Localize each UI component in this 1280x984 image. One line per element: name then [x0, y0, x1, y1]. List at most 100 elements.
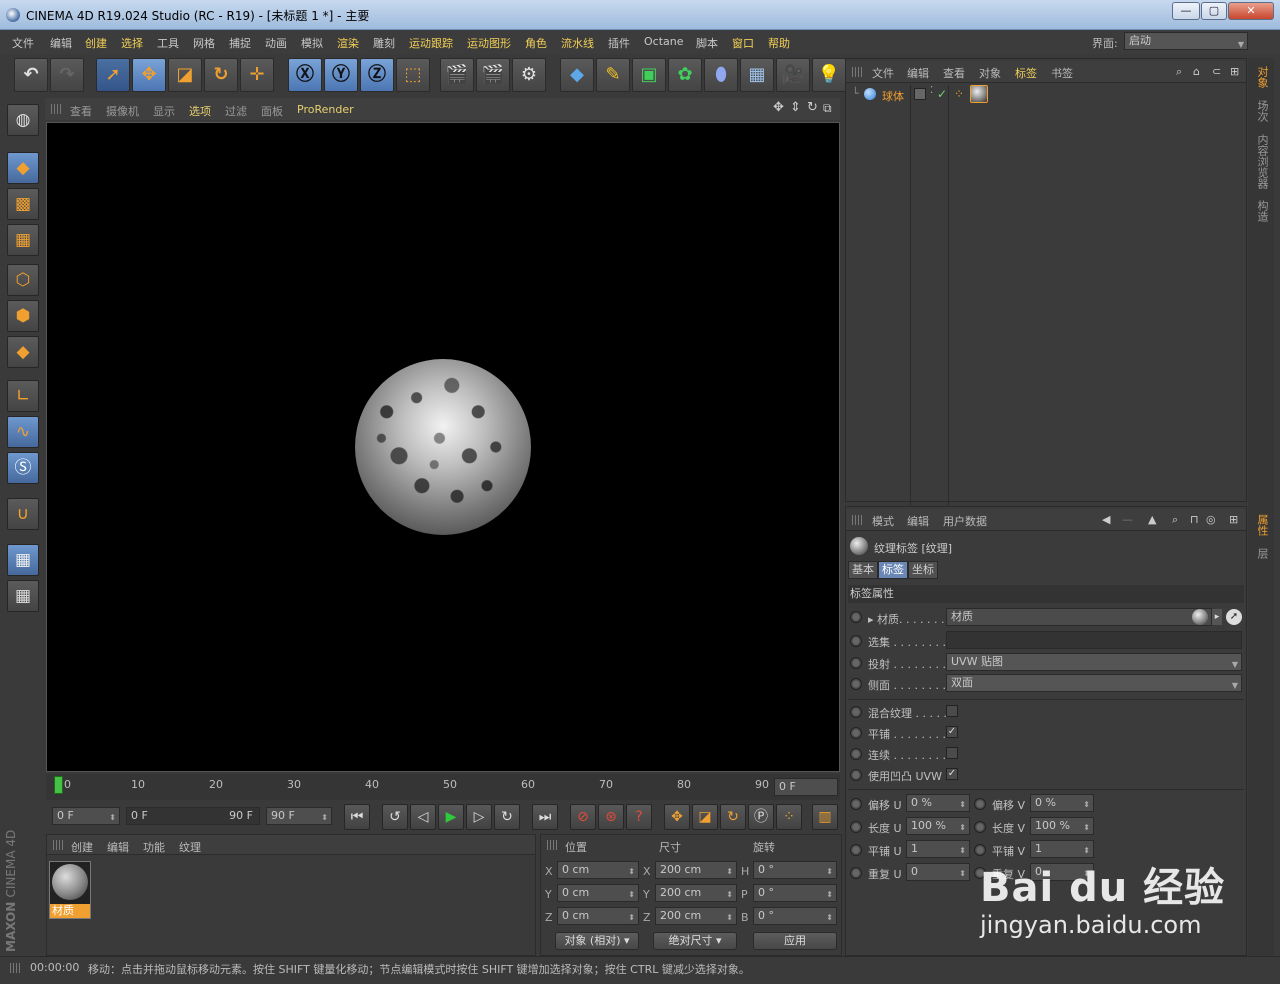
menu-script[interactable]: 脚本: [696, 35, 718, 51]
search-icon[interactable]: ⌕: [1176, 65, 1182, 79]
key-position-button[interactable]: ✥: [664, 804, 690, 830]
mix-keyframe-radio[interactable]: [850, 706, 862, 718]
vp-menu-prorender[interactable]: ProRender: [297, 103, 354, 116]
tab-content-browser-vertical[interactable]: 内容浏览器: [1252, 134, 1270, 189]
am-menu-edit[interactable]: 编辑: [907, 513, 929, 529]
menu-mograph[interactable]: 运动图形: [467, 35, 511, 51]
pos-x-field[interactable]: 0 cm ⬍: [557, 861, 639, 879]
menu-mesh[interactable]: 网格: [193, 35, 215, 51]
menu-octane[interactable]: Octane: [644, 35, 684, 48]
forward-arrow-icon[interactable]: —: [1122, 513, 1133, 526]
expand-arrow-icon[interactable]: ▸: [868, 613, 874, 626]
key-rotation-button[interactable]: ↻: [720, 804, 746, 830]
mat-menu-edit[interactable]: 编辑: [107, 839, 129, 855]
menu-snap[interactable]: 捕捉: [229, 35, 251, 51]
om-menu-bookmarks[interactable]: 书签: [1051, 65, 1073, 81]
tab-tag[interactable]: 标签: [878, 561, 908, 579]
visibility-dots-icon[interactable]: ⁚: [930, 85, 933, 96]
coord-mode-select[interactable]: 对象 (相对) ▾: [555, 932, 639, 950]
vp-zoom-icon[interactable]: ⇕: [790, 100, 801, 115]
offset-u-keyframe-radio[interactable]: [850, 798, 862, 810]
new-panel-icon[interactable]: ⊞: [1230, 65, 1239, 78]
length-u-field[interactable]: 100 % ⬍: [906, 817, 970, 835]
scale-tool-button[interactable]: ◪: [168, 58, 202, 92]
menu-motion-tracking[interactable]: 运动跟踪: [409, 35, 453, 51]
target-icon[interactable]: ◎: [1206, 513, 1216, 526]
panel-grip-icon[interactable]: [547, 840, 557, 850]
side-keyframe-radio[interactable]: [850, 678, 862, 690]
menu-simulate[interactable]: 模拟: [301, 35, 323, 51]
menu-pipeline[interactable]: 流水线: [561, 35, 594, 51]
next-frame-button[interactable]: ▷: [466, 804, 492, 830]
menu-help[interactable]: 帮助: [768, 35, 790, 51]
material-link-field[interactable]: 材质: [946, 608, 1212, 626]
lock-icon[interactable]: ⊓: [1190, 513, 1199, 526]
z-axis-button[interactable]: Ⓩ: [360, 58, 394, 92]
selection-keyframe-radio[interactable]: [850, 635, 862, 647]
redo-button[interactable]: ↷: [50, 58, 84, 92]
current-frame-field[interactable]: 0 F: [774, 778, 838, 796]
repeat-u-field[interactable]: 0 ⬍: [906, 863, 970, 881]
vp-menu-view[interactable]: 查看: [70, 103, 92, 119]
rot-p-field[interactable]: 0 ° ⬍: [753, 884, 837, 902]
tweak-mode-button[interactable]: ∿: [7, 416, 39, 448]
menu-character[interactable]: 角色: [525, 35, 547, 51]
offset-v-field[interactable]: 0 % ⬍: [1030, 794, 1094, 812]
seamless-checkbox[interactable]: [946, 747, 958, 759]
search-icon[interactable]: ⌕: [1172, 513, 1178, 527]
menu-tools[interactable]: 工具: [157, 35, 179, 51]
am-menu-mode[interactable]: 模式: [872, 513, 894, 529]
seamless-keyframe-radio[interactable]: [850, 748, 862, 760]
link-menu-arrow-icon[interactable]: ▸: [1212, 609, 1222, 625]
snap-toggle-button[interactable]: ∪: [7, 498, 39, 530]
material-preview-icon[interactable]: [1192, 609, 1208, 625]
material-keyframe-radio[interactable]: [850, 611, 862, 623]
render-to-picture-viewer-button[interactable]: 🎬: [476, 58, 510, 92]
floor-button[interactable]: ▦: [740, 58, 774, 92]
tab-layers-vertical[interactable]: 层: [1252, 548, 1270, 559]
solo-mode-button[interactable]: Ⓢ: [7, 452, 39, 484]
projection-select[interactable]: UVW 贴图 ▼: [946, 653, 1242, 671]
panel-grip-icon[interactable]: [852, 67, 862, 77]
menu-edit[interactable]: 编辑: [50, 35, 72, 51]
mat-menu-create[interactable]: 创建: [71, 839, 93, 855]
om-menu-tags[interactable]: 标签: [1015, 65, 1037, 81]
next-keyframe-button[interactable]: ↻: [494, 804, 520, 830]
timeline-window-button[interactable]: ▥: [812, 804, 838, 830]
pick-object-icon[interactable]: ➚: [1226, 609, 1242, 625]
y-axis-button[interactable]: Ⓨ: [324, 58, 358, 92]
pos-z-field[interactable]: 0 cm ⬍: [557, 907, 639, 925]
edges-mode-button[interactable]: ⬢: [7, 300, 39, 332]
frame-range-slider[interactable]: 0 F 90 F: [126, 807, 260, 825]
perspective-viewport[interactable]: [46, 122, 840, 772]
camera-button[interactable]: 🎥: [776, 58, 810, 92]
apply-button[interactable]: 应用: [753, 932, 837, 950]
vp-maximize-icon[interactable]: ⧉: [823, 101, 832, 116]
phong-tag-icon[interactable]: ⁘: [954, 87, 964, 101]
mat-menu-texture[interactable]: 纹理: [179, 839, 201, 855]
vp-pan-icon[interactable]: ✥: [773, 100, 784, 115]
keyframe-selection-button[interactable]: ?: [626, 804, 652, 830]
tiles-u-keyframe-radio[interactable]: [850, 844, 862, 856]
rot-b-field[interactable]: 0 ° ⬍: [753, 907, 837, 925]
vp-menu-options[interactable]: 选项: [189, 103, 211, 119]
render-settings-button[interactable]: ⚙: [512, 58, 546, 92]
rot-h-field[interactable]: 0 ° ⬍: [753, 861, 837, 879]
repeat-u-keyframe-radio[interactable]: [850, 867, 862, 879]
cloner-button[interactable]: ✿: [668, 58, 702, 92]
go-to-start-button[interactable]: ⏮: [344, 804, 370, 830]
prev-keyframe-button[interactable]: ↺: [382, 804, 408, 830]
menu-render[interactable]: 渲染: [337, 35, 359, 51]
mix-textures-checkbox[interactable]: [946, 705, 958, 717]
length-v-field[interactable]: 100 % ⬍: [1030, 817, 1094, 835]
close-button[interactable]: ✕: [1228, 2, 1274, 20]
tab-takes-vertical[interactable]: 场次: [1252, 100, 1270, 122]
textured-sphere[interactable]: [355, 359, 531, 535]
texture-mode-button[interactable]: ▩: [7, 188, 39, 220]
om-menu-file[interactable]: 文件: [872, 65, 894, 81]
subdivision-button[interactable]: ▣: [632, 58, 666, 92]
offset-u-field[interactable]: 0 % ⬍: [906, 794, 970, 812]
panel-grip-icon[interactable]: [51, 104, 61, 114]
start-frame-field[interactable]: 0 F ⬍: [52, 807, 120, 825]
key-pla-button[interactable]: ⁘: [776, 804, 802, 830]
